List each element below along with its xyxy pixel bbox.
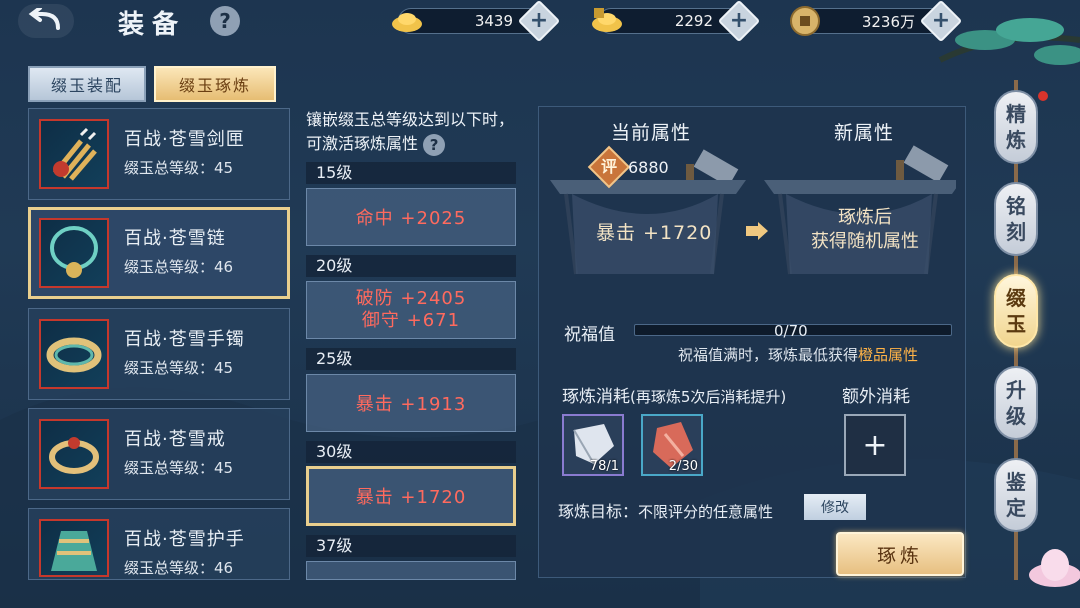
material-slot[interactable]: 78/1 (562, 414, 624, 476)
list-item[interactable]: 百战·苍雪手镯 缀玉总等级：45 (28, 308, 290, 400)
item-name: 百战·苍雪链 (124, 228, 226, 249)
item-name: 百战·苍雪戒 (124, 429, 226, 450)
ring-icon (39, 419, 109, 489)
item-level: 缀玉总等级：46 (124, 559, 234, 577)
refine-activation-hint: 镶嵌缀玉总等级达到以下时，可激活琢炼属性 ? (306, 108, 528, 156)
extra-cost-label: 额外消耗 (842, 387, 910, 407)
currency-gold-value: 3439 (474, 12, 513, 30)
help-icon[interactable]: ? (210, 6, 240, 36)
refine-button[interactable]: 琢炼 (836, 532, 964, 576)
level-attr: 御守 +671 (361, 310, 461, 331)
score-value: 6880 (628, 158, 669, 177)
new-attr-text: 琢炼后 获得随机属性 (811, 207, 919, 252)
bless-value: 0/70 (774, 322, 808, 340)
bless-note: 祝福值满时，琢炼最低获得橙品属性 (678, 346, 919, 364)
level-attr: 破防 +2405 (355, 288, 467, 309)
side-nav-upgrade[interactable]: 升级 (994, 366, 1038, 440)
item-level: 缀玉总等级：46 (124, 258, 234, 276)
item-level: 缀玉总等级：45 (124, 359, 234, 377)
gauntlet-icon (39, 519, 109, 577)
level-attr-box: 命中 +2025 (306, 188, 516, 246)
currency-gold: 3439 + (392, 0, 561, 43)
pine-branch-decor (938, 18, 1080, 65)
gold-ingot-icon (392, 13, 422, 32)
bracelet-icon (39, 319, 109, 389)
side-nav-jade[interactable]: 缀玉 (994, 274, 1038, 348)
level-attr: 暴击 +1913 (355, 394, 467, 415)
material-slot[interactable]: 2/30 (641, 414, 703, 476)
item-level: 缀玉总等级：45 (124, 459, 234, 477)
side-nav-inscribe[interactable]: 铭刻 (994, 182, 1038, 256)
item-name: 百战·苍雪护手 (124, 529, 245, 550)
level-header: 15级 (306, 162, 516, 184)
new-attr-header: 新属性 (834, 122, 895, 144)
copper-coin-icon (790, 6, 820, 36)
level-header: 25级 (306, 348, 516, 370)
back-button[interactable] (18, 4, 74, 38)
help-icon[interactable]: ? (423, 133, 446, 156)
refine-target: 琢炼目标：不限评分的任意属性 (558, 502, 774, 521)
list-item-selected[interactable]: 百战·苍雪链 缀玉总等级：46 (28, 207, 290, 299)
side-nav-identify[interactable]: 鉴定 (994, 458, 1038, 532)
level-attr: 暴击 +1720 (355, 487, 467, 508)
level-attr-box-active: 暴击 +1720 (306, 466, 516, 526)
back-arrow-icon (28, 8, 60, 30)
bless-label: 祝福值 (564, 325, 615, 345)
refine-activation-text: 镶嵌缀玉总等级达到以下时，可激活琢炼属性 (306, 110, 515, 153)
item-name: 百战·苍雪剑匣 (124, 129, 245, 150)
sword-case-icon (39, 119, 109, 189)
level-attr: 命中 +2025 (355, 208, 467, 229)
level-header: 30级 (306, 441, 516, 463)
bound-gold-ingot-icon (592, 8, 622, 32)
currency-bound-gold-value: 2292 (674, 12, 713, 30)
material-count: 78/1 (589, 459, 619, 474)
item-level: 缀玉总等级：45 (124, 159, 234, 177)
tab-jade-refine[interactable]: 缀玉琢炼 (154, 66, 276, 102)
level-header: 20级 (306, 255, 516, 277)
current-attr-value: 暴击 +1720 (596, 222, 713, 244)
currency-bound-gold: 2292 + (592, 0, 761, 43)
level-attr-box: 破防 +2405 御守 +671 (306, 281, 516, 339)
tab-jade-assembly[interactable]: 缀玉装配 (28, 66, 146, 102)
page-title: 装备 (118, 10, 187, 40)
material-count: 2/30 (668, 459, 698, 474)
level-attr-box (306, 561, 516, 580)
side-nav-refine[interactable]: 精炼 (994, 90, 1038, 164)
currency-copper-value: 3236万 (861, 12, 915, 31)
list-item[interactable]: 百战·苍雪戒 缀玉总等级：45 (28, 408, 290, 500)
current-attr-header: 当前属性 (611, 122, 692, 144)
level-header: 37级 (306, 535, 516, 557)
arrow-right-icon (746, 222, 768, 240)
cost-label: 琢炼消耗(再琢炼5次后消耗提升) (562, 387, 787, 407)
currency-copper: 3236万 + (790, 0, 963, 43)
level-attr-box: 暴击 +1913 (306, 374, 516, 432)
item-name: 百战·苍雪手镯 (124, 329, 245, 350)
add-extra-cost-button[interactable]: + (844, 414, 906, 476)
list-item[interactable]: 百战·苍雪护手 缀玉总等级：46 (28, 508, 290, 580)
modify-target-button[interactable]: 修改 (804, 494, 866, 520)
list-item[interactable]: 百战·苍雪剑匣 缀玉总等级：45 (28, 108, 290, 200)
necklace-icon (39, 218, 109, 288)
